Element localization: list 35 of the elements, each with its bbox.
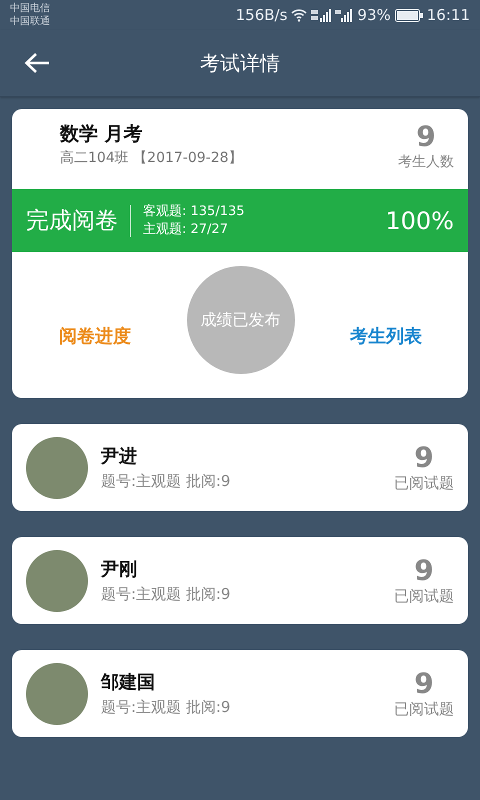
student-count-label: 考生人数 (398, 153, 454, 171)
grading-detail: 题号:主观题 批阅:9 (101, 472, 232, 491)
grading-status: 完成阅卷 (26, 204, 131, 236)
graded-count: 9 (414, 442, 434, 474)
graded-count-label: 已阅试题 (394, 700, 454, 719)
student-name: 邹建国 (101, 671, 156, 694)
exam-title: 数学 月考 (60, 122, 144, 147)
battery-icon (394, 8, 423, 22)
objective-question-count: 客观题: 135/135 (143, 202, 246, 220)
exam-class-date: 高二104班 【2017-09-28】 (60, 149, 243, 167)
student-count: 9 (416, 121, 436, 153)
clock-time: 16:11 (426, 6, 470, 24)
carrier-name: 中国联通 (10, 15, 50, 28)
student-name: 尹刚 (101, 558, 138, 581)
graded-count: 9 (414, 555, 434, 587)
student-card[interactable]: 尹进 题号:主观题 批阅:9 9 已阅试题 (12, 424, 468, 511)
battery-percent: 93% (357, 6, 391, 24)
student-name: 尹进 (101, 445, 138, 468)
graded-count: 9 (414, 668, 434, 700)
signal-icon (335, 8, 354, 22)
page-title: 考试详情 (200, 50, 280, 76)
network-speed: 156B/s (236, 6, 288, 24)
grading-detail: 题号:主观题 批阅:9 (101, 698, 232, 717)
completion-percent: 100% (385, 206, 454, 234)
student-card[interactable]: 邹建国 题号:主观题 批阅:9 9 已阅试题 (12, 650, 468, 737)
wifi-icon (291, 8, 308, 22)
grading-detail: 题号:主观题 批阅:9 (101, 585, 232, 604)
subjective-question-count: 主观题: 27/27 (143, 220, 229, 238)
carrier-name: 中国电信 (10, 2, 50, 15)
signal-icon (311, 8, 332, 22)
student-list-link[interactable]: 考生列表 (350, 324, 422, 348)
student-card[interactable]: 尹刚 题号:主观题 批阅:9 9 已阅试题 (12, 537, 468, 624)
back-arrow-icon (24, 52, 50, 74)
graded-count-label: 已阅试题 (394, 587, 454, 606)
graded-count-label: 已阅试题 (394, 474, 454, 493)
